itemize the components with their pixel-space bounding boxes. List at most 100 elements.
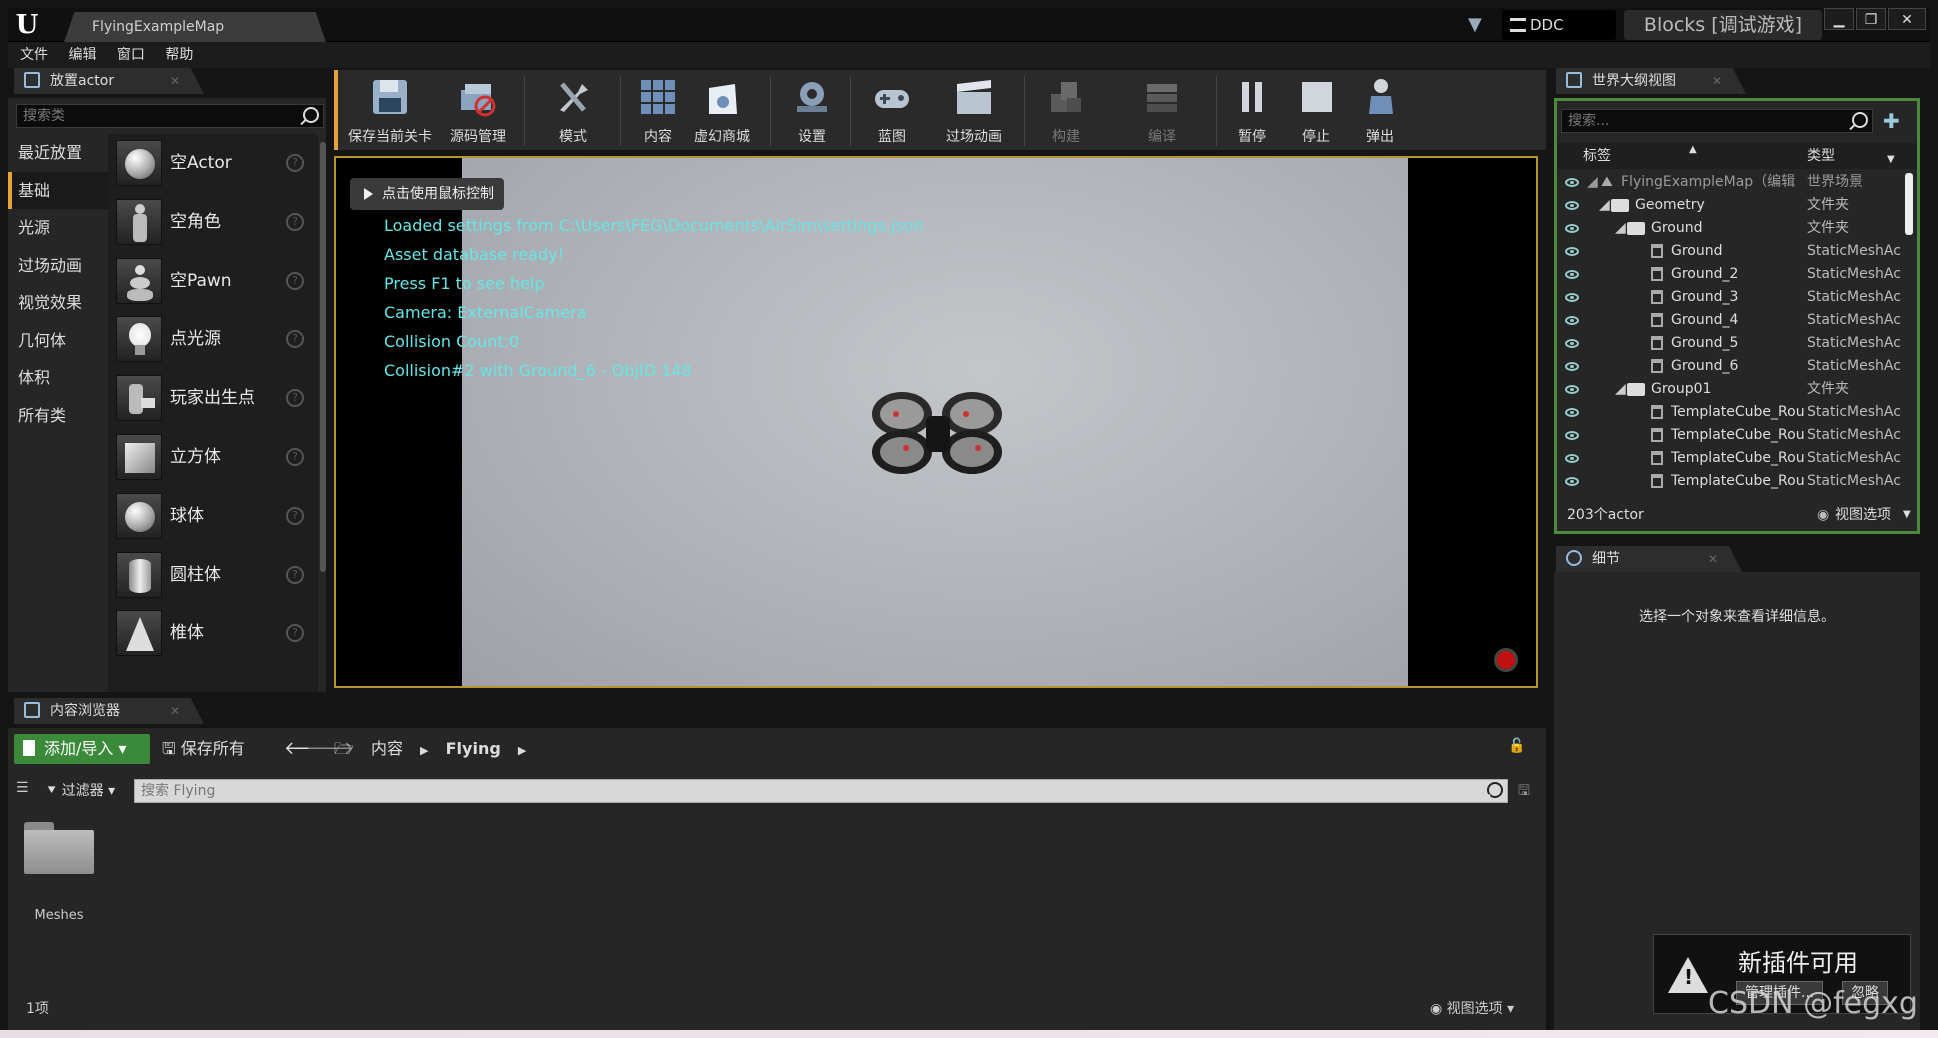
category-basic[interactable]: 基础: [8, 171, 108, 209]
chevron-right-icon[interactable]: ▶: [518, 744, 526, 757]
tree-row[interactable]: Ground_3 StaticMeshAc: [1557, 286, 1909, 309]
modes-button[interactable]: 模式: [538, 70, 608, 150]
stop-button[interactable]: 停止: [1290, 70, 1342, 150]
restore-button[interactable]: ❐: [1856, 8, 1886, 30]
eye-icon[interactable]: [1565, 454, 1579, 463]
search-icon[interactable]: [1487, 782, 1503, 798]
ddc-button[interactable]: DDC: [1502, 10, 1616, 40]
help-icon[interactable]: ?: [286, 506, 304, 525]
tree-row[interactable]: ◢ Ground 文件夹: [1557, 217, 1909, 240]
content-search-input[interactable]: 搜索 Flying: [134, 779, 1508, 803]
mouse-control-hint[interactable]: 点击使用鼠标控制: [350, 178, 504, 210]
expand-arrow-icon[interactable]: ◢: [1615, 378, 1626, 401]
view-options-button[interactable]: 视图选项: [1835, 499, 1891, 531]
folder-meshes[interactable]: [24, 822, 94, 874]
save-level-button[interactable]: 保存当前关卡: [344, 70, 436, 150]
sources-toggle-icon[interactable]: ☰: [16, 780, 29, 796]
source-control-icon[interactable]: ▼: [1468, 14, 1482, 35]
eye-icon[interactable]: [1565, 201, 1579, 210]
help-icon[interactable]: ?: [286, 330, 304, 349]
close-tab-icon[interactable]: ✕: [1712, 68, 1722, 94]
actor-item[interactable]: 椎体?: [108, 604, 318, 663]
actor-item[interactable]: 立方体?: [108, 428, 318, 487]
class-search-input[interactable]: 搜索类: [16, 104, 324, 128]
expand-arrow-icon[interactable]: ◢: [1615, 217, 1626, 240]
source-control-button[interactable]: 源码管理: [442, 70, 514, 150]
lock-icon[interactable]: 🔓: [1508, 738, 1525, 754]
eye-icon[interactable]: [1565, 247, 1579, 256]
category-volumes[interactable]: 体积: [8, 359, 108, 397]
pause-button[interactable]: 暂停: [1226, 70, 1278, 150]
menu-help[interactable]: 帮助: [153, 42, 193, 68]
help-icon[interactable]: ?: [286, 271, 304, 290]
eye-icon[interactable]: [1565, 178, 1579, 187]
tab-world-outliner[interactable]: 世界大纲视图 ✕: [1556, 68, 1746, 94]
menu-edit[interactable]: 编辑: [56, 42, 96, 68]
help-icon[interactable]: ?: [286, 447, 304, 466]
eye-icon[interactable]: [1565, 385, 1579, 394]
settings-button[interactable]: 设置: [784, 70, 840, 150]
marketplace-button[interactable]: 虚幻商城: [686, 70, 758, 150]
outliner-scrollbar[interactable]: [1905, 173, 1913, 235]
close-tab-icon[interactable]: ✕: [170, 698, 180, 724]
tab-content-browser[interactable]: 内容浏览器 ✕: [14, 698, 204, 724]
category-lights[interactable]: 光源: [8, 209, 108, 247]
eject-button[interactable]: 弹出: [1354, 70, 1406, 150]
actor-list-scrollbar[interactable]: [320, 142, 326, 572]
category-cinematic[interactable]: 过场动画: [8, 247, 108, 285]
close-tab-icon[interactable]: ✕: [1708, 546, 1718, 572]
tree-row[interactable]: TemplateCube_Rou StaticMeshAc: [1557, 401, 1909, 424]
tree-row[interactable]: Ground_4 StaticMeshAc: [1557, 309, 1909, 332]
breadcrumb-content[interactable]: 内容: [371, 739, 403, 758]
add-import-button[interactable]: 添加/导入 ▾: [14, 734, 150, 764]
eye-icon[interactable]: [1565, 316, 1579, 325]
map-tab[interactable]: FlyingExampleMap: [64, 12, 326, 42]
eye-icon[interactable]: [1565, 293, 1579, 302]
tree-row[interactable]: ◢ Group01 文件夹: [1557, 378, 1909, 401]
column-label[interactable]: 标签: [1583, 143, 1611, 169]
record-icon[interactable]: [1494, 648, 1518, 672]
tree-row[interactable]: Ground_5 StaticMeshAc: [1557, 332, 1909, 355]
help-icon[interactable]: ?: [286, 154, 304, 172]
tree-row[interactable]: ◢ Geometry 文件夹: [1557, 194, 1909, 217]
help-icon[interactable]: ?: [286, 389, 304, 408]
help-icon[interactable]: ?: [286, 212, 304, 231]
eye-icon[interactable]: [1565, 431, 1579, 440]
eye-icon[interactable]: [1565, 224, 1579, 233]
compile-button[interactable]: 编译: [1134, 70, 1190, 150]
column-type[interactable]: 类型: [1807, 143, 1835, 169]
actor-item[interactable]: 玩家出生点?: [108, 369, 318, 428]
eye-icon[interactable]: [1565, 477, 1579, 486]
actor-item[interactable]: 圆柱体?: [108, 546, 318, 605]
menu-file[interactable]: 文件: [8, 42, 48, 68]
actor-item[interactable]: 球体?: [108, 487, 318, 546]
outliner-search-input[interactable]: 搜索...: [1561, 109, 1873, 133]
close-tab-icon[interactable]: ✕: [170, 68, 180, 94]
eye-icon[interactable]: [1565, 362, 1579, 371]
unreal-logo-icon[interactable]: U: [12, 8, 42, 42]
tab-details[interactable]: 细节 ✕: [1556, 546, 1742, 572]
content-button[interactable]: 内容: [634, 70, 682, 150]
tree-row[interactable]: ◢ ⛰ FlyingExampleMap（编辑 世界场景: [1557, 171, 1909, 194]
tree-row[interactable]: Ground StaticMeshAc: [1557, 240, 1909, 263]
eye-icon[interactable]: [1565, 270, 1579, 279]
category-geometry[interactable]: 几何体: [8, 322, 108, 360]
actor-item[interactable]: 点光源?: [108, 310, 318, 369]
menu-window[interactable]: 窗口: [105, 42, 145, 68]
blueprints-button[interactable]: 蓝图: [864, 70, 920, 150]
tab-place-actor[interactable]: 放置actor ✕: [14, 68, 204, 94]
eye-icon[interactable]: [1565, 408, 1579, 417]
tree-row[interactable]: TemplateCube_Rou StaticMeshAc: [1557, 424, 1909, 447]
eye-icon[interactable]: [1565, 339, 1579, 348]
tree-row[interactable]: Ground_2 StaticMeshAc: [1557, 263, 1909, 286]
actor-item[interactable]: 空角色?: [108, 193, 318, 252]
cinematics-button[interactable]: 过场动画: [934, 70, 1014, 150]
level-viewport[interactable]: 点击使用鼠标控制 Loaded settings from C:\Users\F…: [334, 156, 1538, 688]
minimize-button[interactable]: ▁: [1824, 8, 1854, 30]
search-icon[interactable]: [1852, 112, 1868, 128]
chevron-right-icon[interactable]: ▶: [420, 744, 428, 757]
add-filter-icon[interactable]: ✚: [1883, 109, 1907, 133]
close-button[interactable]: ✕: [1888, 8, 1926, 30]
filters-button[interactable]: ⯆ 过滤器 ▾: [46, 776, 115, 806]
category-visual-effects[interactable]: 视觉效果: [8, 284, 108, 322]
